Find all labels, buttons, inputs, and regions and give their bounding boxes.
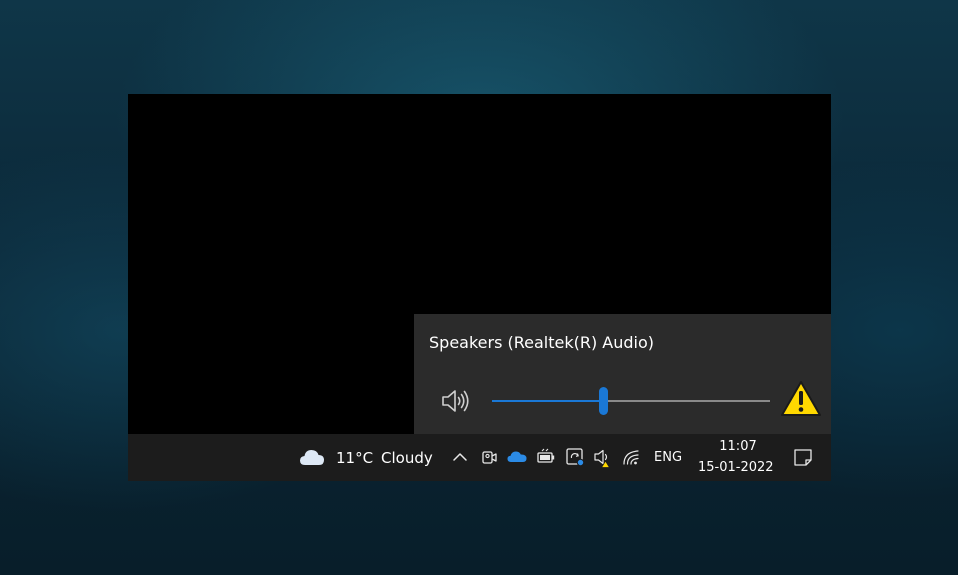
speaker-warning-icon[interactable] bbox=[592, 446, 614, 468]
audio-device-name[interactable]: Speakers (Realtek(R) Audio) bbox=[429, 333, 654, 352]
clock-date[interactable]: 15-01-2022 bbox=[698, 460, 774, 475]
cloud-icon[interactable] bbox=[298, 447, 326, 467]
warning-triangle-icon[interactable] bbox=[780, 380, 822, 418]
clock-time[interactable]: 11:07 bbox=[718, 439, 758, 454]
weather-temperature[interactable]: 11°C bbox=[336, 449, 373, 467]
volume-slider[interactable] bbox=[492, 387, 770, 415]
battery-icon[interactable] bbox=[535, 446, 557, 468]
speaker-volume-icon[interactable] bbox=[440, 387, 470, 415]
volume-flyout: Speakers (Realtek(R) Audio) bbox=[414, 314, 831, 434]
sync-app-icon[interactable] bbox=[564, 446, 586, 468]
volume-slider-thumb[interactable] bbox=[599, 387, 609, 415]
desktop-screen: Speakers (Realtek(R) Audio) 11°C Cloudy bbox=[128, 94, 831, 481]
input-language[interactable]: ENG bbox=[654, 450, 682, 465]
chevron-up-icon[interactable] bbox=[449, 446, 471, 468]
meet-now-icon[interactable] bbox=[478, 446, 500, 468]
taskbar: 11°C Cloudy ENG 11:07 15-01-2022 bbox=[128, 434, 831, 481]
wifi-icon[interactable] bbox=[621, 446, 643, 468]
weather-condition[interactable]: Cloudy bbox=[381, 449, 433, 467]
volume-slider-fill bbox=[492, 400, 604, 402]
notification-center-icon[interactable] bbox=[792, 446, 814, 468]
onedrive-cloud-icon[interactable] bbox=[506, 446, 528, 468]
